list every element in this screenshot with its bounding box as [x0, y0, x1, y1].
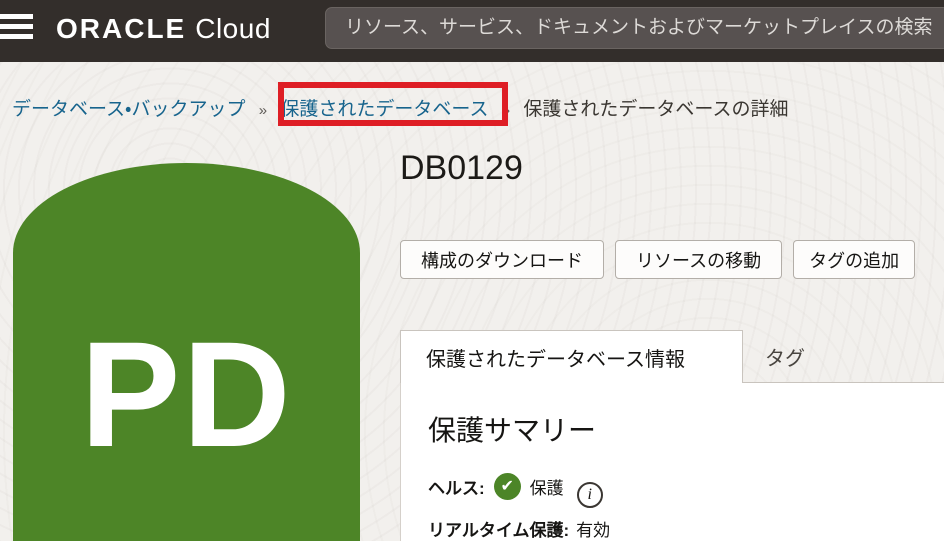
breadcrumb-separator: » [259, 102, 267, 119]
health-value: 保護 [530, 474, 564, 499]
tab-tags[interactable]: タグ [765, 330, 805, 383]
info-glyph: i [587, 487, 591, 503]
health-label: ヘルス: [428, 474, 485, 499]
protected-database-icon: PD [13, 163, 360, 541]
realtime-protection-row: リアルタイム保護: 有効 [428, 516, 944, 541]
oracle-cloud-console: ORACLE Cloud データベース・バックアップ » 保護されたデータベース … [0, 0, 944, 541]
download-configuration-button[interactable]: 構成のダウンロード [400, 240, 604, 279]
logo-cloud-text: Cloud [195, 13, 271, 44]
oracle-cloud-logo[interactable]: ORACLE Cloud [56, 13, 271, 45]
breadcrumb-current-page: 保護されたデータベースの詳細 [523, 99, 788, 120]
breadcrumb-separator: » [502, 102, 510, 119]
section-heading-protection-summary: 保護サマリー [428, 409, 944, 449]
check-circle-icon: ✔ [494, 473, 521, 500]
pd-icon-label: PD [80, 319, 292, 469]
action-button-row: 構成のダウンロード リソースの移動 タグの追加 [400, 240, 915, 279]
check-glyph: ✔ [500, 479, 513, 495]
hamburger-menu-icon[interactable] [0, 14, 33, 44]
realtime-protection-value: 有効 [576, 516, 610, 541]
tab-protected-database-information[interactable]: 保護されたデータベース情報 [400, 330, 743, 383]
top-navigation-bar: ORACLE Cloud [0, 0, 944, 62]
breadcrumb-link-database-backup[interactable]: データベース・バックアップ [12, 99, 246, 120]
health-row: ヘルス: ✔ 保護 i [428, 473, 944, 500]
logo-oracle-text: ORACLE [56, 13, 186, 44]
realtime-protection-label: リアルタイム保護: [428, 516, 569, 541]
breadcrumb: データベース・バックアップ » 保護されたデータベース » 保護されたデータベー… [12, 94, 788, 121]
move-resource-button[interactable]: リソースの移動 [615, 240, 782, 279]
add-tags-button[interactable]: タグの追加 [793, 240, 915, 279]
search-input[interactable] [325, 7, 944, 49]
info-icon[interactable]: i [577, 482, 603, 508]
breadcrumb-link-protected-databases[interactable]: 保護されたデータベース [280, 99, 488, 120]
page-title: DB0129 [400, 149, 523, 188]
protection-summary-panel: 保護サマリー ヘルス: ✔ 保護 i リアルタイム保護: 有効 [400, 383, 944, 541]
